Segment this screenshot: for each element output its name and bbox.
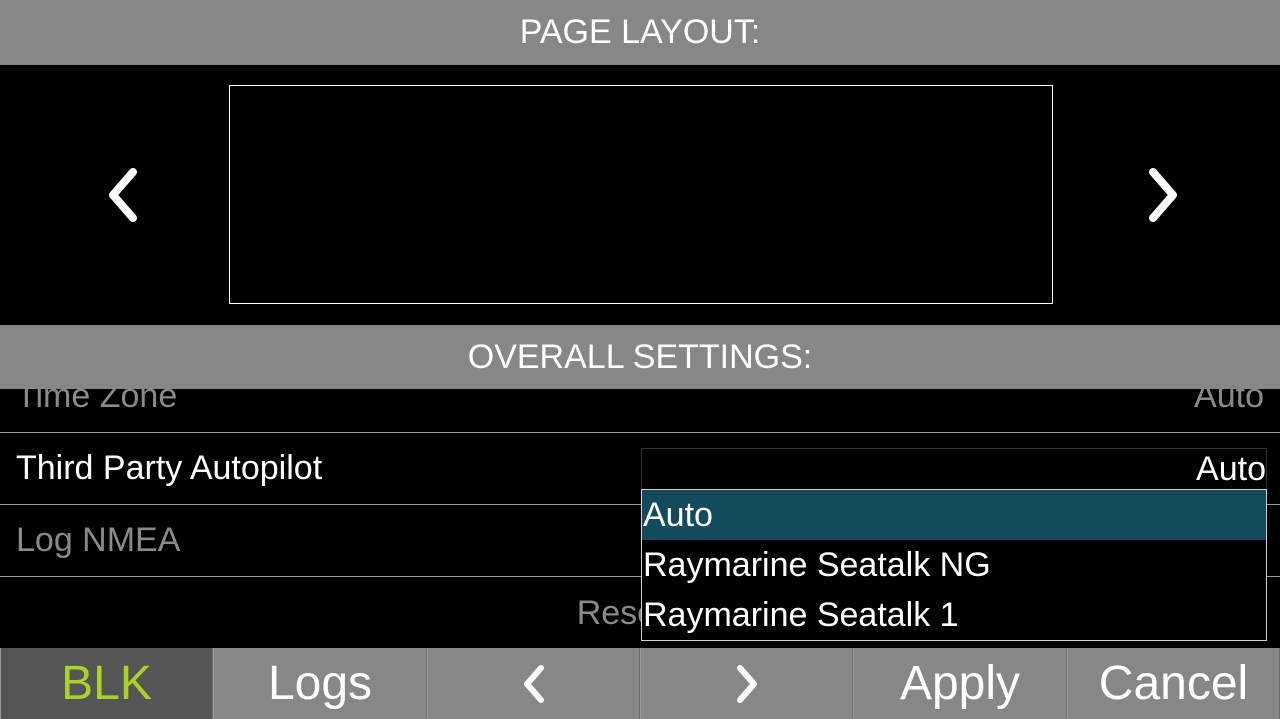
dropdown-option-seatalk-ng[interactable]: Raymarine Seatalk NG [642, 540, 1266, 590]
autopilot-select[interactable]: Auto [641, 448, 1267, 490]
page-layout-area [0, 65, 1280, 325]
blk-button-label: BLK [61, 657, 152, 710]
logs-button-label: Logs [267, 657, 373, 710]
chevron-left-icon [109, 168, 137, 222]
setting-label: Time Zone [16, 389, 178, 415]
blk-button[interactable]: BLK [0, 648, 213, 719]
cancel-button-label: Cancel [1098, 657, 1249, 710]
layout-next-button[interactable] [1134, 160, 1194, 230]
page-layout-header: PAGE LAYOUT: [0, 0, 1280, 65]
dropdown-option-seatalk-1[interactable]: Raymarine Seatalk 1 [642, 590, 1266, 640]
setting-row-time-zone[interactable]: Time Zone Auto [0, 389, 1280, 433]
chevron-right-icon [1149, 168, 1177, 222]
overall-settings-header: OVERALL SETTINGS: [0, 325, 1280, 389]
page-layout-title: PAGE LAYOUT: [519, 13, 761, 51]
autopilot-dropdown: Auto Raymarine Seatalk NG Raymarine Seat… [641, 489, 1267, 641]
layout-prev-button[interactable] [92, 160, 152, 230]
layout-preview[interactable] [229, 85, 1053, 304]
apply-button[interactable]: Apply [853, 648, 1067, 719]
apply-button-label: Apply [899, 657, 1021, 710]
prev-button[interactable] [427, 648, 640, 719]
setting-label: Log NMEA [16, 521, 181, 559]
logs-button[interactable]: Logs [213, 648, 427, 719]
chevron-left-icon [523, 664, 544, 703]
bottom-toolbar: BLK Logs Apply Cancel [0, 648, 1280, 719]
autopilot-select-value: Auto [1196, 449, 1266, 488]
cancel-button[interactable]: Cancel [1067, 648, 1280, 719]
overall-settings-title: OVERALL SETTINGS: [467, 337, 813, 376]
chevron-right-icon [736, 664, 757, 703]
dropdown-option-auto[interactable]: Auto [642, 490, 1266, 540]
setting-value: Auto [1194, 389, 1264, 415]
setting-label: Third Party Autopilot [16, 449, 323, 487]
next-button[interactable] [640, 648, 853, 719]
